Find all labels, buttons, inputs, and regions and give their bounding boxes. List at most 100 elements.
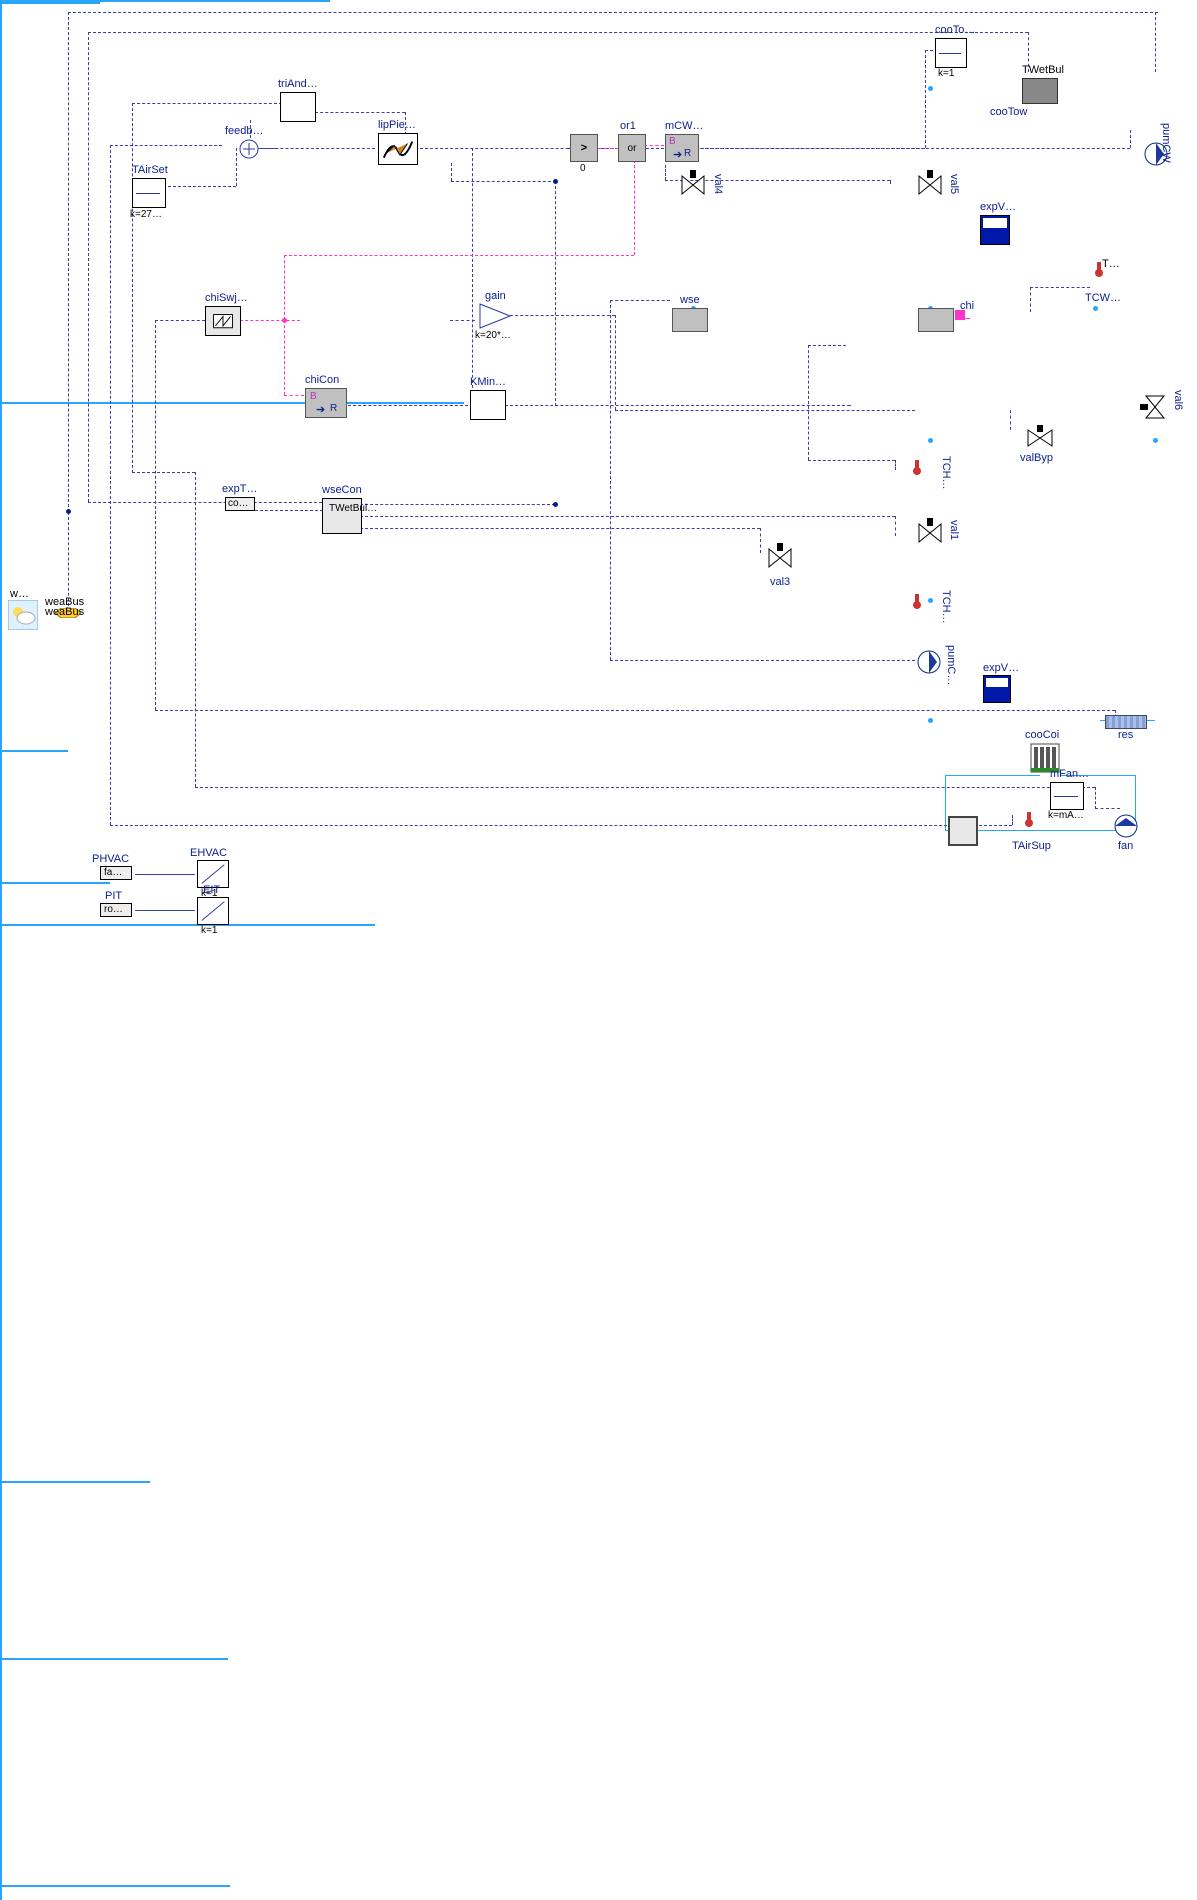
block-chiSwj[interactable] [205,306,241,336]
block-cooTo[interactable] [935,38,967,68]
sensor-TAirSup[interactable] [1020,810,1038,828]
block-feedback[interactable] [238,138,260,160]
wire [68,12,69,512]
label: pumC… [945,645,957,685]
label: k=1 [938,68,954,79]
wire [155,320,205,321]
block-pumC[interactable] [915,648,943,676]
block-KMin[interactable] [470,390,506,420]
label: val5 [948,174,960,194]
wire [155,710,1115,711]
wire [1030,287,1031,312]
junction [928,598,933,603]
block-weather[interactable] [8,600,38,630]
wire [510,315,615,316]
junction [1153,438,1158,443]
wire [348,405,468,406]
label: T… [1102,258,1120,270]
wire [260,148,375,149]
wire-bool [598,148,618,149]
pipe [0,1483,1197,1543]
block-mFan[interactable] [1050,782,1084,810]
pipe [0,884,1197,924]
block-gt[interactable]: > [570,134,598,162]
block-expV-b[interactable] [983,675,1011,703]
label: weaBus [45,606,84,618]
label: cooTow [990,106,1027,118]
block-chiCon[interactable]: B R ➔ [305,388,347,418]
block-val4[interactable] [678,170,708,200]
pipe [0,1421,1197,1481]
label: val3 [770,576,790,588]
pipe [0,675,1197,750]
pipe [0,4,1197,94]
wire [615,410,915,411]
block-wse[interactable] [672,308,708,332]
junction [928,718,933,723]
wire [88,32,1028,33]
wire [1030,287,1090,288]
block-fan[interactable] [1112,812,1140,840]
wire [132,472,195,473]
label: expV… [983,662,1019,674]
label: or1 [620,120,636,132]
pipe [0,1660,1197,1885]
wire [88,502,322,503]
block-val5[interactable] [915,170,945,200]
wire [68,12,1158,13]
sensor-TCH1[interactable] [908,458,926,476]
block-wseCon[interactable]: TWetBul… [322,498,362,534]
label: k=mA… [1048,810,1084,821]
label: 0 [580,163,586,174]
wire [808,460,895,461]
label: cooTo… [935,24,975,36]
label: TCH… [940,456,952,490]
block-val1[interactable] [915,518,945,548]
label: EIT [203,884,220,896]
label: KMin… [470,376,506,388]
label: k=20*… [475,330,511,341]
label: EHVAC [190,847,227,859]
pipe [0,1887,1197,1900]
block-triAnd[interactable] [280,92,316,122]
block-expV-a[interactable] [980,215,1010,245]
block-lipPie[interactable] [378,133,418,165]
block-chi[interactable] [918,308,954,332]
block-res[interactable] [1105,715,1147,729]
label: PIT [105,890,122,902]
junction [553,502,558,507]
wire [850,405,851,406]
label: TAirSup [1012,840,1051,852]
diagram-canvas[interactable]: cooTo… k=1 TWetBul cooTow pumCW T… TCW… … [0,0,1197,950]
label: feedb… [225,125,264,137]
wire-bool [284,255,285,320]
wire [808,345,809,460]
block-mCW[interactable]: B R ➔ [665,134,699,162]
block-air-sink[interactable] [948,816,978,846]
pipe [0,1041,1197,1121]
block-EIT[interactable] [197,897,229,925]
label: val6 [1172,390,1184,410]
block-TAirSet[interactable] [132,178,166,208]
block-or1[interactable]: or [618,134,646,162]
wire [135,910,195,911]
sensor-TCH2[interactable] [908,592,926,610]
wire-bool [634,160,635,255]
block-TWetBul[interactable] [1022,78,1058,104]
label: cooCoi [1025,729,1059,741]
wire [895,516,896,536]
pipe [0,926,1197,1041]
label: TWetBul [1022,64,1064,76]
wire [88,32,89,502]
block-gain[interactable] [478,302,512,330]
wire [195,787,1095,788]
block-valByp[interactable] [1025,425,1055,451]
label: wse [680,294,700,306]
block-val6[interactable] [1140,392,1170,422]
label: pumCW [1160,123,1172,163]
b2r-r: R [330,403,337,414]
block-val3[interactable] [765,543,795,573]
label: val1 [948,520,960,540]
wire [132,103,133,473]
wire [255,510,323,511]
